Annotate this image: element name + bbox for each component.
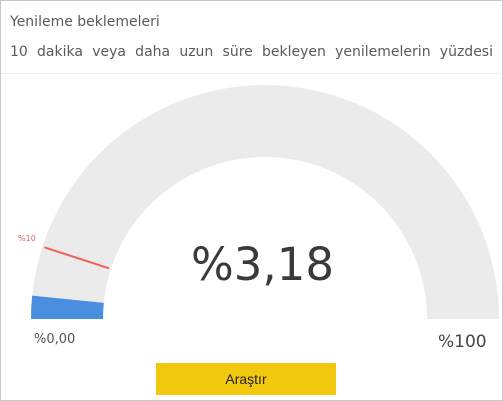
gauge-value: %3,18: [191, 238, 334, 291]
investigate-button[interactable]: Araştır: [156, 363, 336, 395]
gauge-max-label: %100: [438, 332, 487, 352]
gauge-min-label: %0,00: [34, 332, 76, 347]
gauge-target-label: %10: [18, 234, 36, 243]
refresh-waits-card: Yenileme beklemeleri 10 dakika veya daha…: [0, 0, 503, 401]
gauge-chart: [31, 85, 499, 319]
